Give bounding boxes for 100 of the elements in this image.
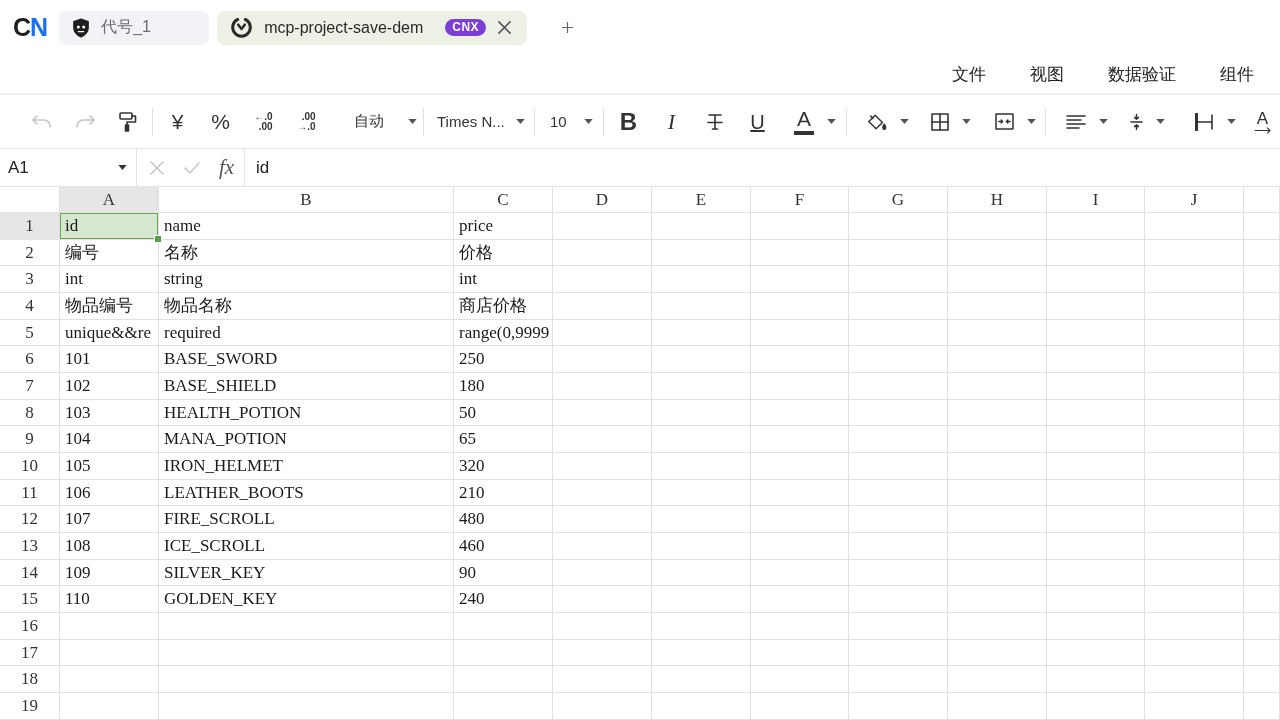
row-header[interactable]: 9 bbox=[0, 426, 60, 454]
menu-item[interactable]: 数据验证 bbox=[1086, 62, 1198, 86]
table-cell: id bbox=[60, 213, 159, 240]
table-cell: 107 bbox=[60, 506, 159, 534]
row-header[interactable]: 19 bbox=[0, 693, 60, 720]
font-size-select[interactable]: 10 bbox=[538, 102, 600, 141]
table-cell: BASE_SWORD bbox=[159, 346, 454, 374]
row-header[interactable]: 8 bbox=[0, 399, 60, 427]
caret-icon bbox=[962, 119, 971, 124]
table-cell: 106 bbox=[60, 479, 159, 507]
table-cell bbox=[1244, 693, 1280, 720]
caret-icon bbox=[1227, 119, 1236, 124]
number-format-select[interactable]: 自动 bbox=[328, 102, 420, 141]
table-cell: IRON_HELMET bbox=[159, 453, 454, 480]
close-icon[interactable] bbox=[498, 21, 512, 34]
browser-tab[interactable]: mcp-project-save-dem CNX bbox=[217, 10, 528, 45]
font-family-select[interactable]: Times N... bbox=[427, 102, 531, 141]
column-header[interactable]: C bbox=[454, 187, 553, 213]
table-cell: 104 bbox=[60, 426, 159, 454]
menu-item[interactable]: 文件 bbox=[930, 62, 1008, 86]
table-cell: required bbox=[159, 319, 454, 347]
app-logo: CN bbox=[13, 15, 48, 40]
row-header[interactable]: 2 bbox=[0, 239, 60, 267]
table-cell bbox=[1244, 666, 1280, 694]
table-cell: 108 bbox=[60, 533, 159, 560]
font-color-button[interactable]: A bbox=[779, 102, 843, 141]
row-header[interactable]: 16 bbox=[0, 613, 60, 640]
arrow-icon bbox=[1253, 126, 1272, 134]
table-cell: range(0,9999 bbox=[454, 319, 553, 347]
table-cell: 320 bbox=[454, 453, 553, 480]
table-cell: 210 bbox=[454, 479, 553, 507]
table-cell: 180 bbox=[454, 373, 553, 400]
row-header[interactable]: 18 bbox=[0, 666, 60, 694]
caret-icon bbox=[408, 119, 417, 124]
row-header[interactable]: 1 bbox=[0, 213, 60, 240]
row-header[interactable]: 15 bbox=[0, 586, 60, 614]
table-cell bbox=[1244, 399, 1280, 427]
table-cell: price bbox=[454, 213, 553, 240]
tab-badge: CNX bbox=[445, 19, 487, 36]
table-cell bbox=[1244, 346, 1280, 374]
table-cell: 65 bbox=[454, 426, 553, 454]
table-cell: LEATHER_BOOTS bbox=[159, 479, 454, 507]
column-header[interactable]: A bbox=[60, 187, 159, 213]
column-header[interactable]: G bbox=[849, 187, 948, 213]
table-cell: 50 bbox=[454, 399, 553, 427]
caret-icon bbox=[1099, 119, 1108, 124]
caret-icon bbox=[827, 119, 836, 124]
caret-icon bbox=[1156, 119, 1165, 124]
column-header[interactable]: I bbox=[1047, 187, 1145, 213]
table-cell: GOLDEN_KEY bbox=[159, 586, 454, 614]
row-header[interactable]: 6 bbox=[0, 346, 60, 374]
table-cell bbox=[1244, 239, 1280, 267]
bold-button[interactable]: B bbox=[607, 102, 650, 141]
currency-button[interactable]: ¥ bbox=[156, 102, 199, 141]
menu-item[interactable]: 组件 bbox=[1198, 62, 1276, 86]
row-header[interactable]: 3 bbox=[0, 266, 60, 293]
column-header[interactable]: D bbox=[553, 187, 652, 213]
formula-field[interactable]: id bbox=[245, 149, 1280, 186]
decimal-places-button[interactable]: .00 →.0 bbox=[285, 102, 328, 141]
row-header[interactable]: 11 bbox=[0, 479, 60, 507]
table-cell: int bbox=[454, 266, 553, 293]
underline-button[interactable]: U bbox=[736, 102, 779, 141]
italic-button[interactable]: I bbox=[650, 102, 693, 141]
table-cell: 240 bbox=[454, 586, 553, 614]
plus-icon[interactable] bbox=[562, 22, 574, 33]
table-cell: unique&&re bbox=[60, 319, 159, 347]
table-cell: 价格 bbox=[454, 239, 553, 267]
table-cell: 460 bbox=[454, 533, 553, 560]
table-cell: ICE_SCROLL bbox=[159, 533, 454, 560]
table-cell: 101 bbox=[60, 346, 159, 374]
row-header[interactable]: 5 bbox=[0, 319, 60, 347]
text-rotation-button[interactable]: A bbox=[1241, 102, 1280, 141]
row-header[interactable]: 13 bbox=[0, 533, 60, 560]
shield-icon bbox=[73, 17, 90, 38]
column-header[interactable]: J bbox=[1145, 187, 1244, 213]
table-cell: string bbox=[159, 266, 454, 293]
column-header[interactable]: H bbox=[948, 187, 1047, 213]
table-cell bbox=[1244, 453, 1280, 480]
row-header[interactable]: 7 bbox=[0, 373, 60, 400]
table-cell bbox=[1244, 479, 1280, 507]
function-button[interactable]: fx bbox=[218, 155, 235, 180]
column-header[interactable]: B bbox=[159, 187, 454, 213]
fill-handle-icon[interactable] bbox=[154, 234, 162, 243]
table-cell bbox=[1244, 373, 1280, 400]
cell-reference-field[interactable]: A1 bbox=[0, 149, 137, 186]
table-cell: 103 bbox=[60, 399, 159, 427]
row-header[interactable]: 10 bbox=[0, 453, 60, 480]
table-cell bbox=[1244, 586, 1280, 614]
row-header[interactable]: 4 bbox=[0, 293, 60, 320]
table-cell: int bbox=[60, 266, 159, 293]
column-header[interactable]: E bbox=[652, 187, 751, 213]
menu-item[interactable]: 视图 bbox=[1008, 62, 1086, 86]
decimal-places-button[interactable]: ←.0 .00 bbox=[242, 102, 285, 141]
row-header[interactable]: 12 bbox=[0, 506, 60, 534]
row-header[interactable]: 17 bbox=[0, 639, 60, 667]
table-cell bbox=[1244, 319, 1280, 347]
column-header[interactable]: F bbox=[751, 187, 849, 213]
percent-button[interactable]: % bbox=[199, 102, 242, 141]
row-header[interactable]: 14 bbox=[0, 559, 60, 587]
browser-tab[interactable]: 代号_1 bbox=[59, 10, 210, 45]
